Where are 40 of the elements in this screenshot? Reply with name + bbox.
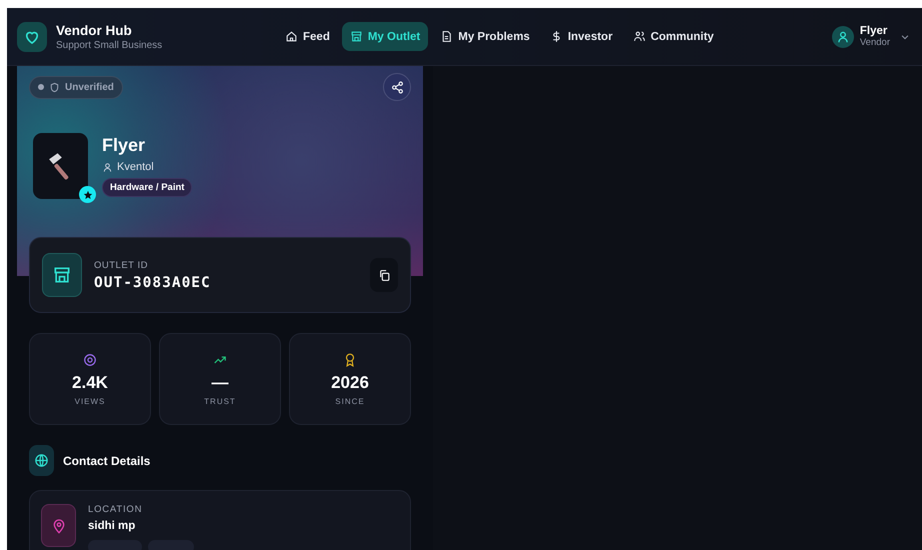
home-icon	[285, 30, 298, 43]
document-icon	[440, 30, 454, 43]
outlet-id: OUT-3083A0EC	[94, 274, 212, 290]
stat-value: 2026	[331, 372, 369, 392]
stat-value: 2.4K	[72, 372, 108, 392]
owner-name: Kventol	[117, 161, 154, 173]
user-name: Flyer	[860, 25, 888, 37]
brand-tagline: Support Small Business	[56, 40, 162, 50]
contact-value: sidhi mp	[88, 520, 136, 532]
store-icon	[350, 30, 363, 43]
award-icon	[343, 352, 357, 366]
outlet-id-label: OUTLET ID	[94, 260, 149, 270]
share-icon	[390, 80, 404, 94]
stat-label: TRUST	[204, 396, 236, 406]
location-pin-icon	[41, 504, 76, 547]
category-tag: Hardware / Paint	[102, 178, 192, 197]
outlet-name: Flyer	[102, 135, 146, 156]
store-icon	[42, 253, 82, 297]
nav-tab[interactable]: Community	[624, 22, 722, 51]
eye-icon	[83, 352, 97, 366]
status-badge: Unverified	[29, 76, 123, 98]
user-avatar-icon[interactable]	[832, 26, 854, 48]
stat-label: VIEWS	[74, 396, 106, 406]
nav-tab[interactable]: My Outlet	[342, 22, 428, 51]
contact-label: LOCATION	[88, 504, 144, 515]
section-title: Contact Details	[63, 454, 150, 468]
nav-tab[interactable]: Feed	[277, 22, 338, 51]
people-icon	[632, 30, 646, 43]
stat-label: SINCE	[335, 396, 365, 406]
nav-tab[interactable]: Investor	[542, 22, 621, 51]
person-icon	[102, 162, 113, 172]
copy-button[interactable]	[370, 258, 398, 292]
brand-name: Vendor Hub	[56, 22, 133, 38]
stat-value: —	[212, 372, 228, 392]
globe-icon	[29, 445, 54, 476]
heart-icon	[17, 22, 47, 52]
nav-tab[interactable]: My Problems	[432, 22, 538, 51]
copy-icon	[378, 268, 390, 282]
share-button[interactable]	[383, 73, 411, 101]
user-role: Vendor	[860, 37, 890, 48]
